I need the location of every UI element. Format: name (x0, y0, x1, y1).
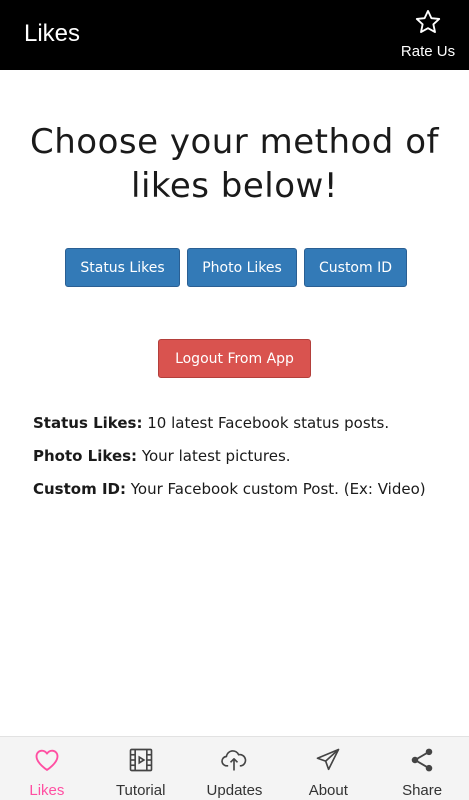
app-bar: Likes Rate Us (0, 0, 469, 70)
page-title: Likes (24, 20, 81, 47)
info-custom-id: Custom ID: Your Facebook custom Post. (E… (33, 480, 433, 499)
info-desc: Your Facebook custom Post. (Ex: Video) (125, 480, 426, 498)
photo-likes-button[interactable]: Photo Likes (187, 248, 297, 287)
star-outline-icon (414, 8, 442, 40)
method-descriptions: Status Likes: 10 latest Facebook status … (33, 414, 433, 513)
tab-label: Share (402, 782, 443, 799)
info-photo-likes: Photo Likes: Your latest pictures. (33, 447, 433, 466)
cloud-upload-icon (220, 746, 248, 778)
info-term: Photo Likes: (33, 447, 138, 465)
tab-label: Likes (29, 782, 65, 799)
tab-updates[interactable]: Updates (188, 737, 282, 800)
method-buttons: Status Likes Photo Likes Custom ID (65, 248, 407, 287)
info-desc: 10 latest Facebook status posts. (142, 414, 390, 432)
bottom-navigation: Likes Tutorial Updates About Share (0, 736, 469, 800)
info-term: Status Likes: (33, 414, 143, 432)
tab-likes[interactable]: Likes (0, 737, 94, 800)
headline: Choose your method of likes below! (30, 122, 439, 206)
info-desc: Your latest pictures. (137, 447, 291, 465)
tab-label: Updates (206, 782, 263, 799)
tab-label: About (308, 782, 348, 799)
tab-label: Tutorial (115, 782, 166, 799)
send-icon (314, 746, 342, 778)
tab-share[interactable]: Share (375, 737, 469, 800)
rate-us-label: Rate Us (400, 43, 456, 60)
info-term: Custom ID: (33, 480, 126, 498)
film-icon (127, 746, 155, 778)
tab-tutorial[interactable]: Tutorial (94, 737, 188, 800)
tab-about[interactable]: About (281, 737, 375, 800)
share-icon (408, 746, 436, 778)
heart-icon (33, 746, 61, 778)
status-likes-button[interactable]: Status Likes (65, 248, 180, 287)
rate-us-button[interactable]: Rate Us (395, 8, 461, 62)
logout-button[interactable]: Logout From App (158, 339, 311, 378)
custom-id-button[interactable]: Custom ID (304, 248, 407, 287)
info-status-likes: Status Likes: 10 latest Facebook status … (33, 414, 433, 433)
